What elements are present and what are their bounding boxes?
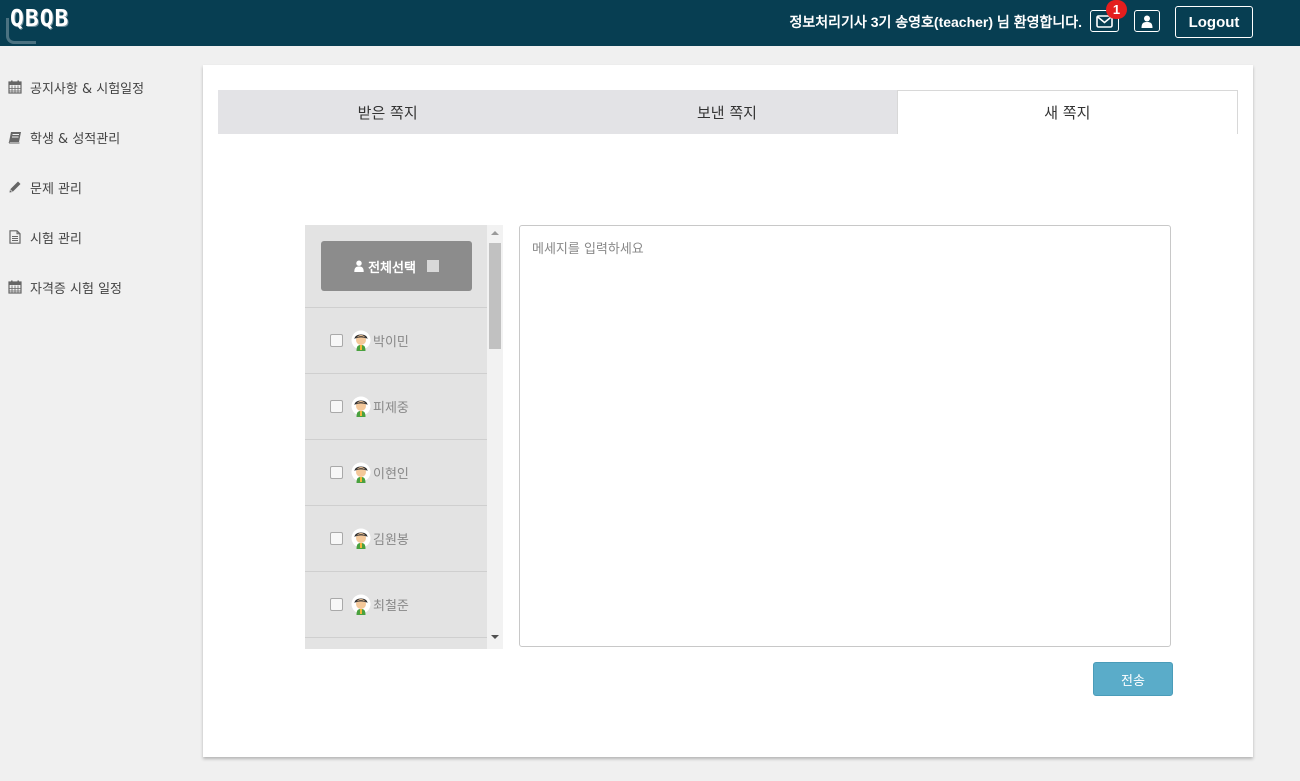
recipient-checkbox[interactable] (330, 334, 343, 347)
student-avatar-icon (351, 396, 371, 418)
welcome-message: 정보처리기사 3기 송영호(teacher) 님 환영합니다. (789, 14, 1082, 30)
recipient-row[interactable] (305, 637, 487, 649)
logo-text: QBQB (10, 6, 70, 32)
select-all-checkbox[interactable] (426, 260, 439, 272)
recipient-row[interactable]: 최철준 (305, 571, 487, 637)
recipient-checkbox[interactable] (330, 466, 343, 479)
recipient-checkbox[interactable] (330, 598, 343, 611)
sidebar-item-label: 공지사항 & 시험일정 (30, 81, 145, 97)
pencil-icon (7, 179, 23, 195)
user-icon (354, 260, 364, 272)
profile-button[interactable] (1134, 10, 1160, 32)
sidebar-item-label: 학생 & 성적관리 (30, 131, 121, 147)
recipient-checkbox[interactable] (330, 532, 343, 545)
recipient-name: 이현인 (373, 467, 409, 482)
sidebar-item-students-grades[interactable]: 학생 & 성적관리 (0, 112, 190, 162)
recipient-name: 김원봉 (373, 533, 409, 548)
recipient-name: 박이민 (373, 335, 409, 350)
recipient-name: 피제중 (373, 401, 409, 416)
select-all-button[interactable]: 전체선택 (321, 241, 472, 291)
sidebar-item-question-management[interactable]: 문제 관리 (0, 162, 190, 212)
message-input[interactable] (519, 225, 1171, 647)
message-panel: 받은 쪽지 보낸 쪽지 새 쪽지 전체선택 박이민 피제중 이현인 김원봉 최철… (203, 65, 1253, 757)
calendar-icon (7, 279, 23, 295)
message-tabs: 받은 쪽지 보낸 쪽지 새 쪽지 (218, 90, 1238, 134)
recipient-checkbox[interactable] (330, 400, 343, 413)
student-avatar-icon (351, 594, 371, 616)
tab-new-message[interactable]: 새 쪽지 (896, 90, 1238, 134)
student-avatar-icon (351, 330, 371, 352)
document-icon (7, 229, 23, 245)
sidebar-item-label: 시험 관리 (30, 231, 82, 247)
sidebar-item-label: 자격증 시험 일정 (30, 281, 122, 297)
book-icon (7, 129, 23, 145)
recipient-list: 전체선택 박이민 피제중 이현인 김원봉 최철준 (305, 225, 503, 649)
sidebar-item-notice-schedule[interactable]: 공지사항 & 시험일정 (0, 62, 190, 112)
sidebar: 공지사항 & 시험일정 학생 & 성적관리 문제 관리 시험 관리 자격증 시험… (0, 62, 190, 312)
send-button[interactable]: 전송 (1093, 662, 1173, 696)
recipient-row[interactable]: 박이민 (305, 307, 487, 373)
logo[interactable]: QBQB (6, 4, 88, 44)
calendar-icon (7, 79, 23, 95)
notification-badge: 1 (1106, 0, 1127, 19)
recipient-row[interactable]: 이현인 (305, 439, 487, 505)
recipient-name: 최철준 (373, 599, 409, 614)
student-avatar-icon (351, 462, 371, 484)
student-avatar-icon (351, 528, 371, 550)
recipient-row[interactable]: 김원봉 (305, 505, 487, 571)
sidebar-item-certificate-schedule[interactable]: 자격증 시험 일정 (0, 262, 190, 312)
tab-received[interactable]: 받은 쪽지 (218, 90, 557, 134)
recipient-scrollbar[interactable] (487, 225, 503, 649)
logout-button[interactable]: Logout (1175, 6, 1253, 38)
sidebar-item-label: 문제 관리 (30, 181, 82, 197)
recipient-row[interactable]: 피제중 (305, 373, 487, 439)
sidebar-item-exam-management[interactable]: 시험 관리 (0, 212, 190, 262)
recipient-list-content: 전체선택 박이민 피제중 이현인 김원봉 최철준 (305, 225, 487, 649)
user-icon (1141, 15, 1153, 28)
top-navbar: QBQB 정보처리기사 3기 송영호(teacher) 님 환영합니다. 1 L… (0, 0, 1300, 46)
tab-sent[interactable]: 보낸 쪽지 (557, 90, 896, 134)
scroll-up-arrow-icon[interactable] (491, 231, 499, 235)
select-all-label: 전체선택 (368, 260, 416, 276)
scroll-thumb[interactable] (489, 243, 501, 349)
scroll-down-arrow-icon[interactable] (491, 635, 499, 639)
